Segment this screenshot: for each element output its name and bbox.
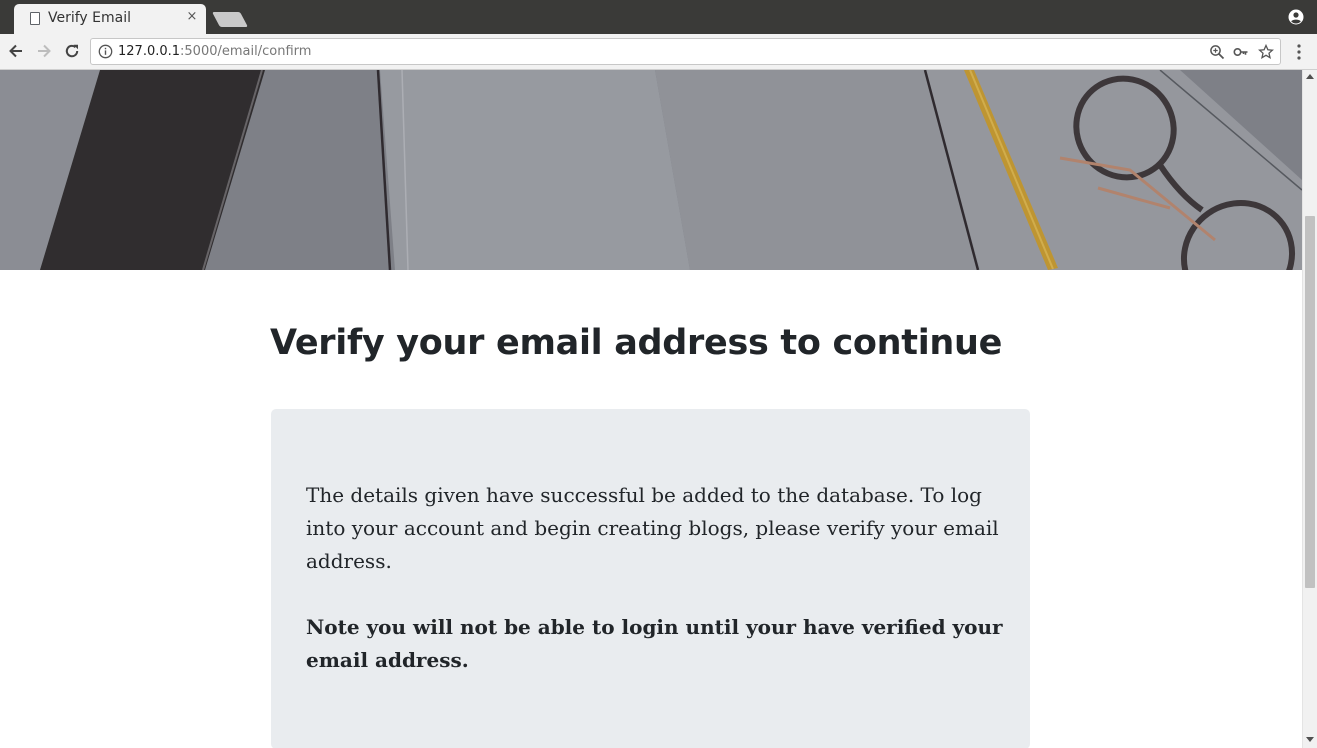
url-host: 127.0.0.1 (118, 44, 181, 59)
header-banner-image (0, 70, 1302, 270)
tab-title: Verify Email (48, 10, 132, 26)
info-icon[interactable] (98, 44, 113, 59)
browser-tab[interactable]: Verify Email × (14, 4, 206, 34)
scroll-up-arrow-icon[interactable] (1306, 74, 1314, 79)
notice-card: The details given have successful be add… (271, 409, 1030, 748)
url-path: :5000/email/confirm (180, 44, 312, 59)
key-icon[interactable] (1233, 44, 1249, 60)
menu-icon[interactable] (1291, 43, 1307, 61)
close-icon[interactable]: × (185, 9, 199, 25)
url-text: 127.0.0.1:5000/email/confirm (118, 44, 311, 59)
profile-icon[interactable] (1288, 9, 1304, 25)
forward-arrow-icon[interactable] (34, 41, 54, 61)
page-icon (30, 12, 40, 25)
browser-toolbar: 127.0.0.1:5000/email/confirm (0, 34, 1317, 70)
desk-photo (0, 70, 1302, 270)
back-arrow-icon[interactable] (6, 41, 26, 61)
scrollbar-thumb[interactable] (1305, 216, 1315, 588)
address-bar[interactable]: 127.0.0.1:5000/email/confirm (90, 38, 1281, 65)
new-tab-button[interactable] (212, 12, 248, 27)
notice-message: The details given have successful be add… (306, 483, 999, 573)
page-viewport: Verify your email address to continue Th… (0, 70, 1302, 748)
reload-icon[interactable] (62, 41, 82, 61)
star-icon[interactable] (1258, 44, 1274, 60)
browser-tab-strip: Verify Email × (0, 0, 1317, 34)
page-title: Verify your email address to continue (270, 323, 1003, 363)
zoom-icon[interactable] (1209, 44, 1225, 60)
vertical-scrollbar[interactable] (1302, 70, 1317, 748)
notice-note: Note you will not be able to login until… (306, 615, 1003, 672)
scroll-down-arrow-icon[interactable] (1306, 737, 1314, 742)
